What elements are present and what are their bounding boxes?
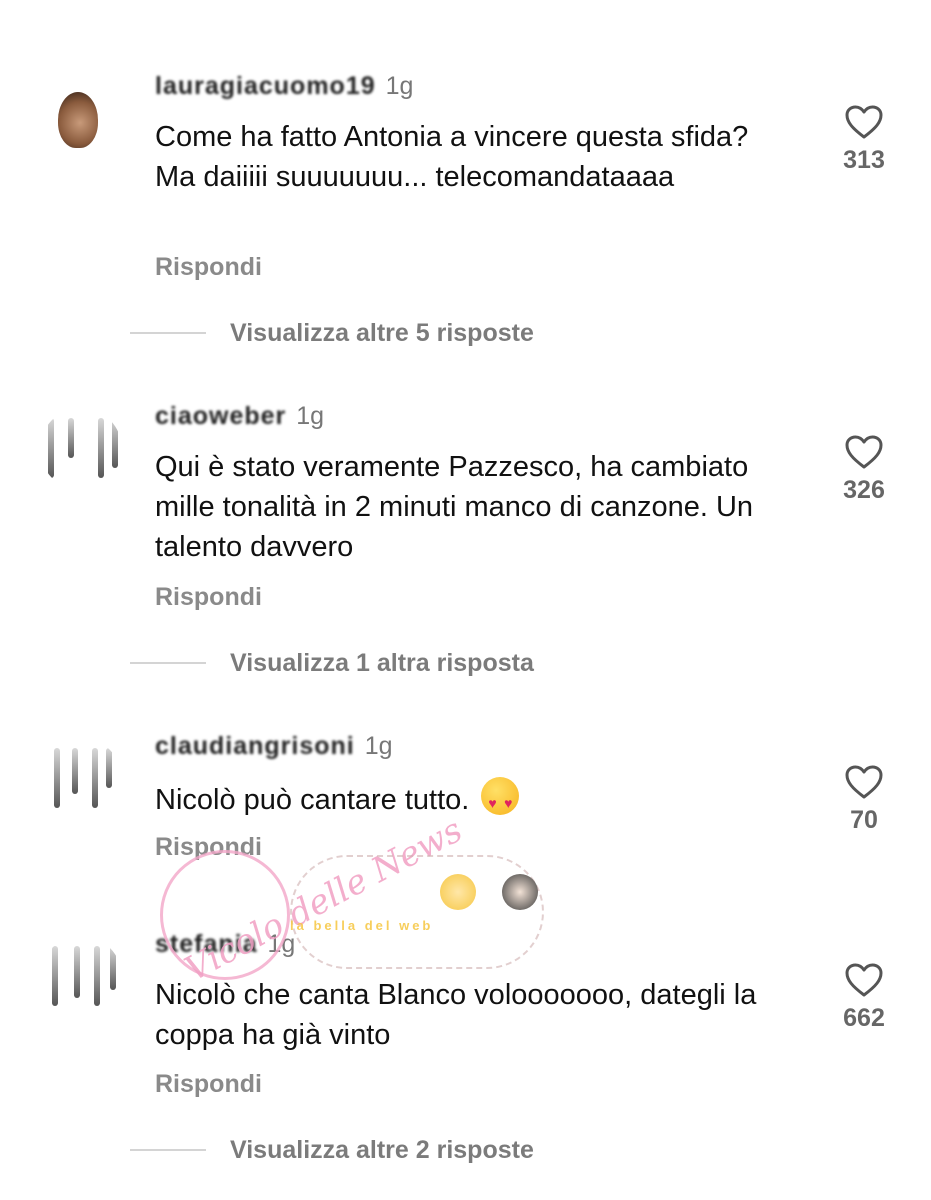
view-replies-button[interactable]: Visualizza altre 2 risposte	[130, 1134, 534, 1166]
avatar[interactable]	[40, 408, 122, 490]
avatar-photo	[112, 418, 118, 468]
view-replies-label: Visualizza altre 2 risposte	[230, 1135, 534, 1164]
like-button[interactable]: 70	[828, 764, 900, 835]
avatar-photo	[58, 92, 98, 148]
watermark-chibi-icon	[440, 874, 476, 910]
like-count: 70	[850, 806, 878, 834]
avatar-photo	[94, 946, 100, 1006]
watermark-chibi-icon	[502, 874, 538, 910]
divider-line	[130, 1149, 206, 1151]
comment-text: Nicolò può cantare tutto.	[155, 777, 795, 823]
view-replies-label: Visualizza 1 altra risposta	[230, 648, 534, 677]
like-count: 662	[843, 1004, 885, 1032]
comment-username[interactable]: lauragiacuomo19	[155, 72, 376, 100]
comment-time: 1g	[267, 930, 296, 958]
view-replies-button[interactable]: Visualizza altre 5 risposte	[130, 317, 534, 349]
comment-text: Nicolò che canta Blanco volooooooo, date…	[155, 979, 757, 1051]
like-count: 326	[843, 476, 885, 504]
avatar-photo	[74, 946, 80, 998]
avatar-photo	[110, 946, 116, 990]
avatar[interactable]	[40, 936, 122, 1018]
heart-outline-icon	[845, 765, 883, 799]
avatar-photo	[106, 748, 112, 788]
reply-button[interactable]: Rispondi	[155, 833, 262, 862]
comment-username[interactable]: claudiangrisoni	[155, 732, 355, 760]
avatar-photo	[92, 748, 98, 808]
avatar-photo	[52, 946, 58, 1006]
watermark-dashed-frame	[290, 855, 544, 969]
heart-outline-icon	[845, 105, 883, 139]
divider-line	[130, 332, 206, 334]
comment-meta: claudiangrisoni 1g	[155, 732, 393, 761]
avatar[interactable]	[40, 78, 122, 160]
comment-text-content: Nicolò può cantare tutto.	[155, 784, 470, 816]
like-button[interactable]: 662	[828, 962, 900, 1033]
like-button[interactable]: 326	[828, 434, 900, 505]
watermark-banner: la bella del web	[290, 918, 434, 933]
reply-button[interactable]: Rispondi	[155, 253, 262, 282]
divider-line	[130, 662, 206, 664]
heart-outline-icon	[845, 435, 883, 469]
heart-eyes-emoji-icon	[481, 777, 520, 823]
heart-outline-icon	[845, 963, 883, 997]
comment-username[interactable]: ciaoweber	[155, 402, 286, 430]
like-count: 313	[843, 146, 885, 174]
watermark-logo: Vicolo delle News la bella del web	[130, 810, 570, 990]
watermark-circle	[160, 850, 290, 980]
reply-button[interactable]: Rispondi	[155, 1070, 262, 1099]
comment-meta: lauragiacuomo19 1g	[155, 72, 413, 101]
comment-text: Qui è stato veramente Pazzesco, ha cambi…	[155, 451, 754, 563]
avatar-photo	[48, 418, 54, 478]
comment-meta: stefania 1g	[155, 930, 295, 959]
avatar[interactable]	[40, 738, 122, 820]
avatar-photo	[68, 418, 74, 458]
comment-time: 1g	[296, 402, 325, 430]
comment-text: Come ha fatto Antonia a vincere questa s…	[155, 121, 749, 193]
comment-username[interactable]: stefania	[155, 930, 257, 958]
comment-time: 1g	[364, 732, 393, 760]
view-replies-label: Visualizza altre 5 risposte	[230, 318, 534, 347]
avatar-photo	[72, 748, 78, 794]
avatar-photo	[54, 748, 60, 808]
comment-meta: ciaoweber 1g	[155, 402, 324, 431]
avatar-photo	[98, 418, 104, 478]
reply-button[interactable]: Rispondi	[155, 583, 262, 612]
view-replies-button[interactable]: Visualizza 1 altra risposta	[130, 647, 534, 679]
comment-time: 1g	[385, 72, 414, 100]
like-button[interactable]: 313	[828, 104, 900, 175]
